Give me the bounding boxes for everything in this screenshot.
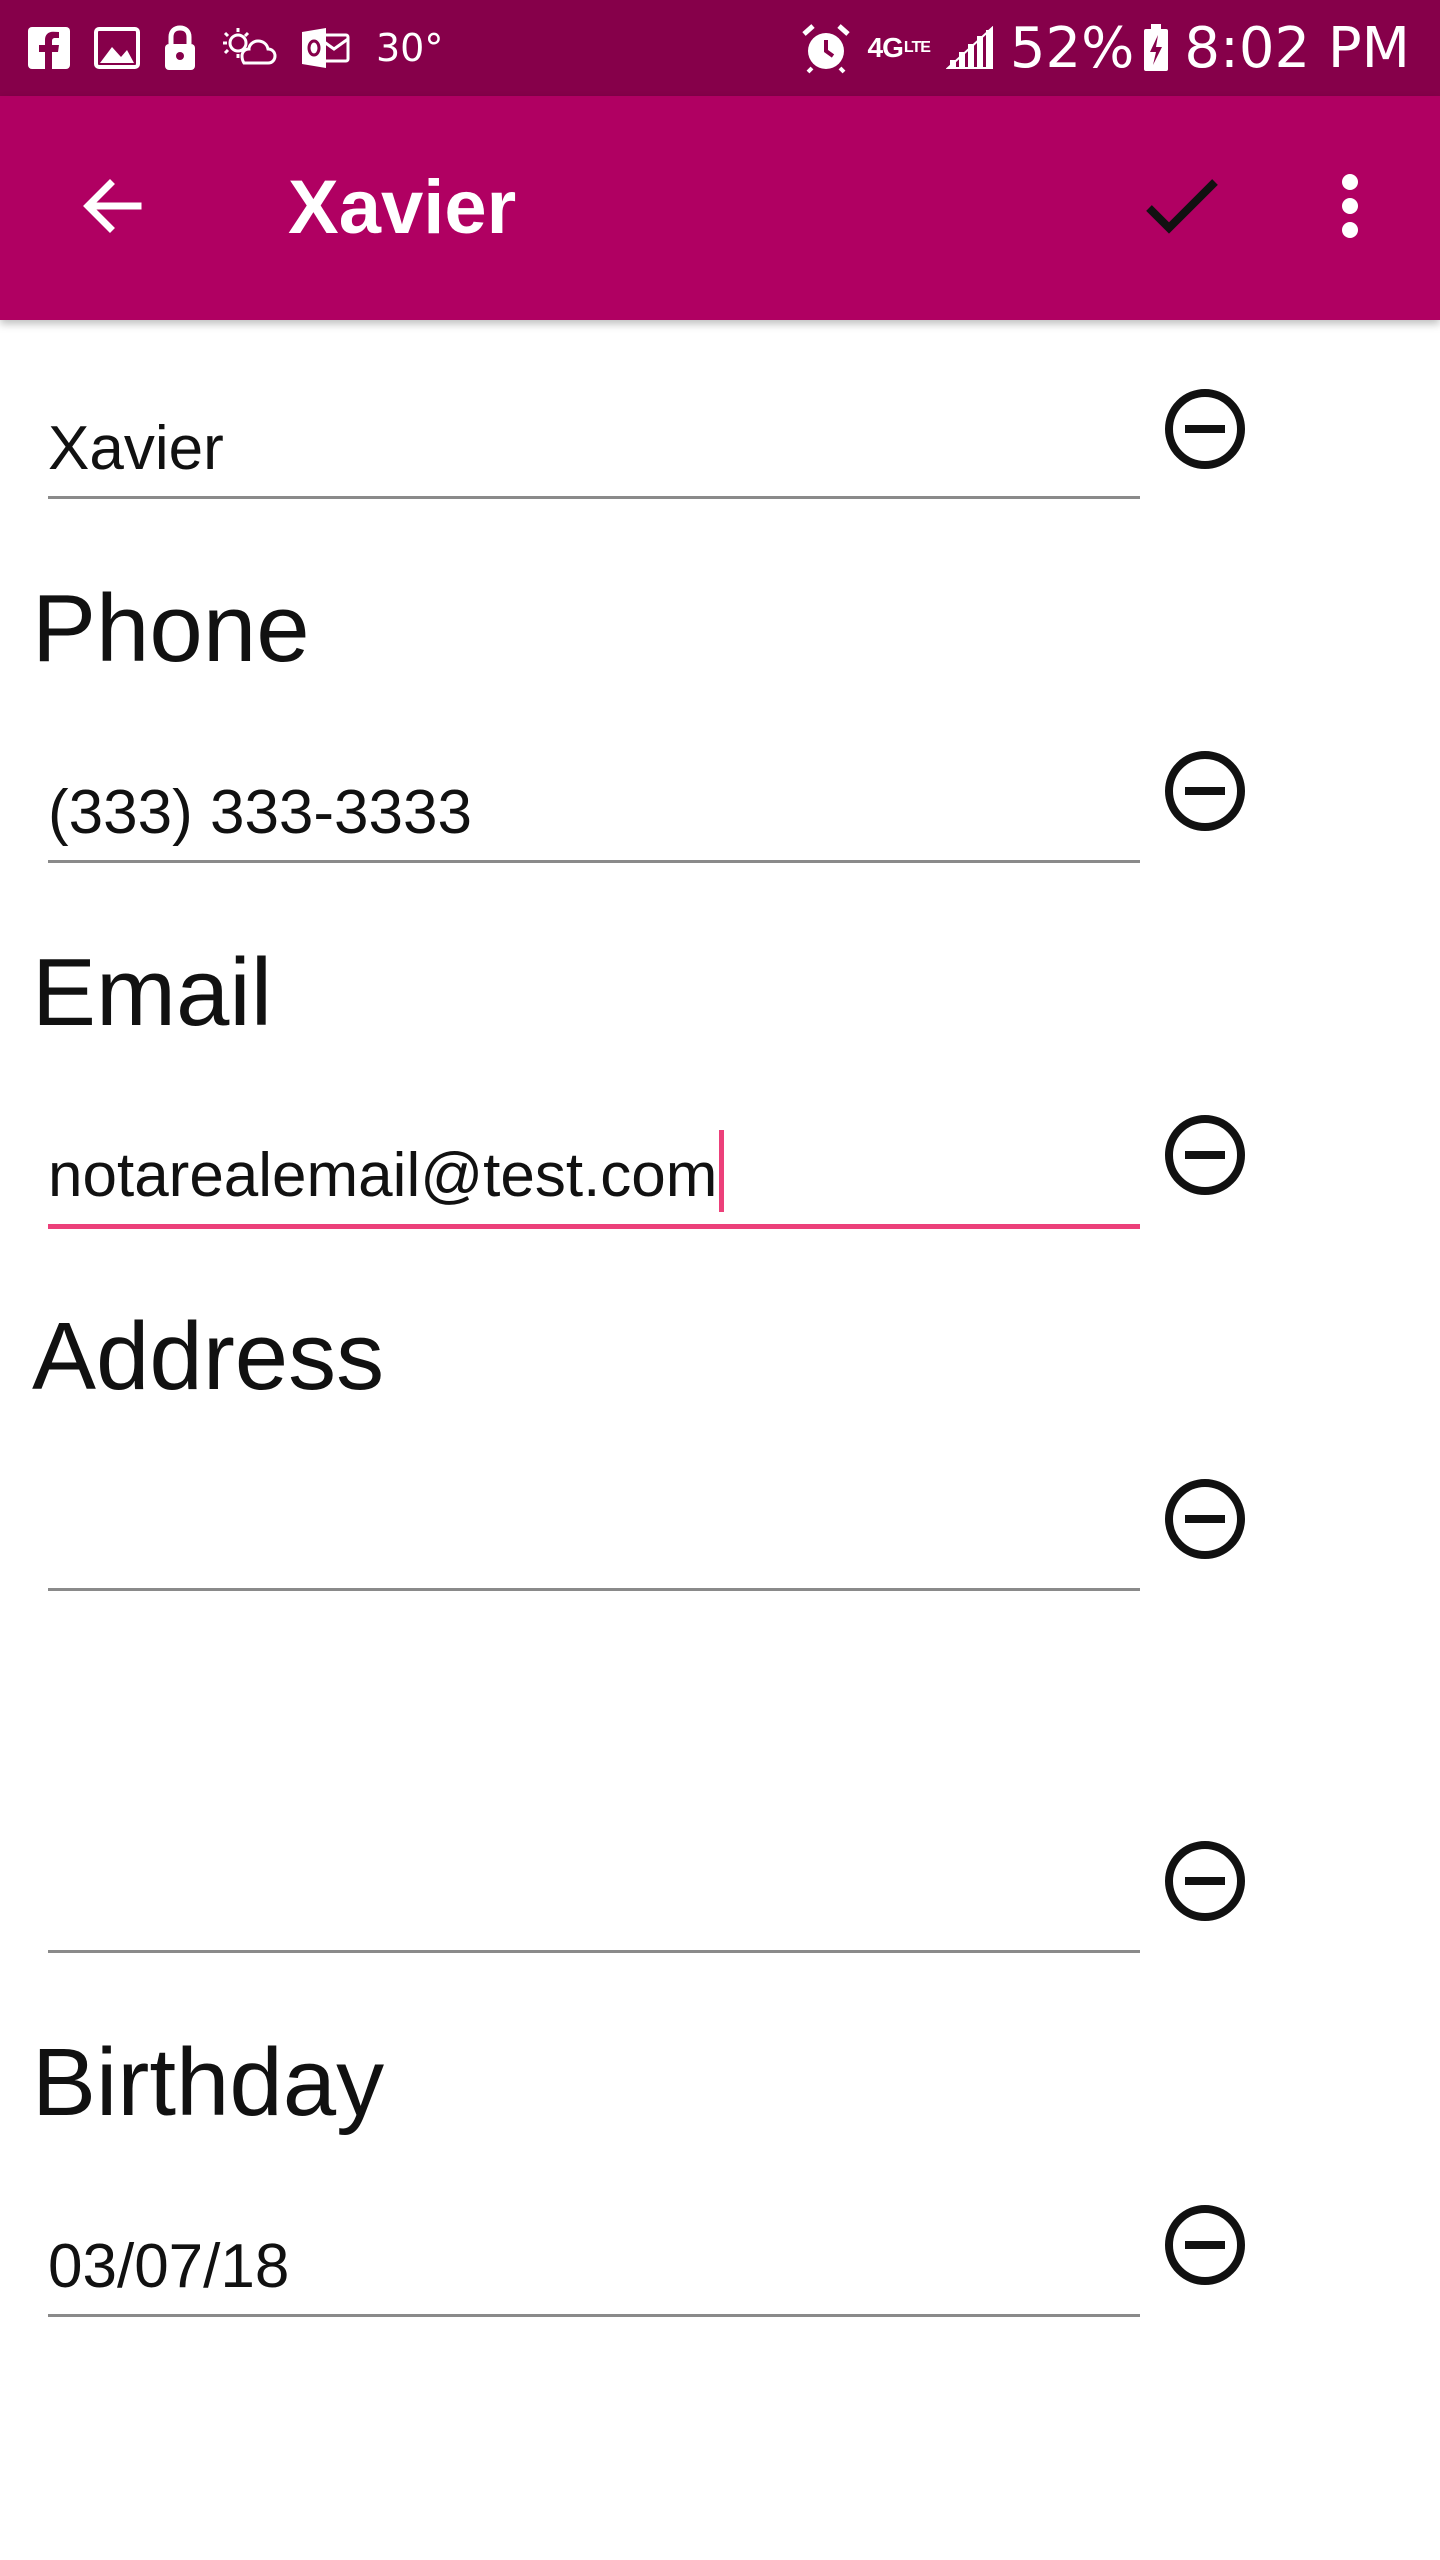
app-bar: Xavier bbox=[0, 96, 1440, 320]
address-section-header: Address bbox=[32, 1303, 385, 1410]
signal-icon bbox=[945, 26, 994, 70]
lock-icon bbox=[162, 24, 198, 72]
more-options-button[interactable] bbox=[1302, 160, 1398, 256]
alarm-icon bbox=[800, 22, 852, 74]
address-field-1[interactable] bbox=[48, 1488, 1140, 1591]
email-field[interactable]: notarealemail@test.com bbox=[48, 1124, 1140, 1229]
status-bar-right: 4G LTE 52% 8:02 PM bbox=[800, 0, 1410, 96]
lte-icon: 4G LTE bbox=[867, 32, 931, 63]
check-icon bbox=[1145, 176, 1219, 241]
battery-icon bbox=[1142, 23, 1170, 73]
name-field[interactable]: Xavier bbox=[48, 396, 1140, 499]
status-bar-left: 30° bbox=[26, 0, 443, 96]
remove-email-button[interactable] bbox=[1160, 1112, 1250, 1202]
phone-section-header: Phone bbox=[32, 575, 310, 682]
remove-circle-icon bbox=[1163, 749, 1247, 838]
back-button[interactable] bbox=[64, 160, 160, 256]
email-section-header: Email bbox=[32, 939, 273, 1046]
birthday-section-header: Birthday bbox=[32, 2029, 385, 2136]
remove-circle-icon bbox=[1163, 1113, 1247, 1202]
text-cursor bbox=[719, 1130, 725, 1212]
arrow-back-icon bbox=[80, 174, 144, 243]
address-field-2[interactable] bbox=[48, 1850, 1140, 1953]
clock-time: 8:02 PM bbox=[1184, 15, 1410, 81]
remove-name-button[interactable] bbox=[1160, 386, 1250, 476]
phone-value: (333) 333-3333 bbox=[48, 778, 472, 847]
save-button[interactable] bbox=[1134, 160, 1230, 256]
lte-label: 4G bbox=[867, 32, 904, 63]
battery-percent: 52% bbox=[1009, 15, 1135, 81]
name-value: Xavier bbox=[48, 414, 224, 483]
outlook-icon bbox=[300, 25, 350, 71]
app-title: Xavier bbox=[288, 165, 517, 250]
phone-field[interactable]: (333) 333-3333 bbox=[48, 760, 1140, 863]
birthday-value: 03/07/18 bbox=[48, 2232, 290, 2301]
facebook-icon bbox=[26, 25, 72, 71]
temperature-text: 30° bbox=[376, 26, 444, 70]
remove-phone-button[interactable] bbox=[1160, 748, 1250, 838]
email-value-wrap: notarealemail@test.com bbox=[48, 1130, 725, 1212]
birthday-field[interactable]: 03/07/18 bbox=[48, 2214, 1140, 2317]
status-bar: 30° 4G LTE 52% 8:02 PM bbox=[0, 0, 1440, 96]
email-value: notarealemail@test.com bbox=[48, 1141, 718, 1210]
more-vert-icon bbox=[1340, 173, 1360, 244]
gallery-icon bbox=[94, 25, 140, 71]
remove-circle-icon bbox=[1163, 1477, 1247, 1566]
remove-circle-icon bbox=[1163, 387, 1247, 476]
remove-circle-icon bbox=[1163, 1839, 1247, 1928]
remove-address-button-2[interactable] bbox=[1160, 1838, 1250, 1928]
remove-address-button-1[interactable] bbox=[1160, 1476, 1250, 1566]
remove-circle-icon bbox=[1163, 2203, 1247, 2292]
remove-birthday-button[interactable] bbox=[1160, 2202, 1250, 2292]
weather-icon bbox=[220, 25, 278, 71]
